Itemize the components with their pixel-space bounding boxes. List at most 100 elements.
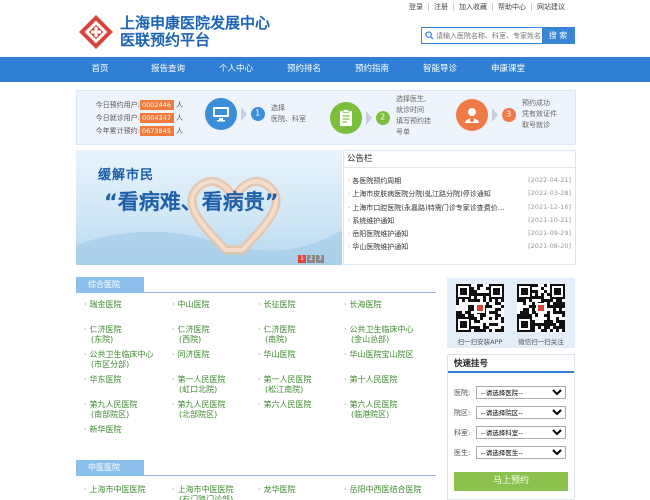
notice-item[interactable]: 上海市口腔医院(永嘉路)特需门诊专家诊查费价...[2021-12-16] [348,203,571,216]
logo-diamond-icon [78,14,114,50]
doctor-select[interactable]: --请选择医生-- [476,446,566,459]
nav-classroom[interactable]: 申康课堂 [474,57,542,82]
hospital-link[interactable]: 第六人民医院 [258,400,312,410]
logo-line1: 上海申康医院发展中心 [120,14,271,32]
doctor-icon [456,98,488,131]
step-number: 1 [255,109,261,118]
hospital-link[interactable]: 长征医院 [258,300,296,310]
clipboard-icon [330,102,362,134]
logo-line2: 医联预约平台 [120,31,211,49]
arrow-icon [366,111,372,125]
banner-page-3[interactable]: 3 [316,255,324,263]
notice-item[interactable]: 系统维护通知[2021-10-21] [348,216,571,229]
field-label: 医生: [454,448,471,457]
hospital-select[interactable]: --请选择医院-- [476,386,566,399]
stat-value: 0002446 [140,99,174,110]
hospital-link[interactable]: 第十人民医院 [344,375,398,385]
promo-banner[interactable]: 缓解市民 “看病难、看病贵” 1 2 3 [76,150,342,265]
site-suggestion-link[interactable]: 网站建议 [531,3,570,11]
hospital-link[interactable]: 新华医院 [84,425,122,435]
notice-title: 公告栏 [344,151,575,168]
add-favorite-link[interactable]: 加入收藏 [453,3,492,11]
stat-unit: 人 [176,100,183,109]
wechat-qr-code-icon [517,284,565,332]
arrow-icon [241,107,247,121]
nav-home[interactable]: 首页 [66,57,134,82]
tcm-hospitals-header: 中医医院 [76,460,436,476]
site-logo[interactable]: 上海申康医院发展中心 医联预约平台 [78,14,270,50]
hospital-link[interactable]: 仁济医院(东院) [84,325,122,345]
stat-label: 今年累计预约: [95,126,140,135]
login-link[interactable]: 登录 [404,3,428,11]
hospital-link[interactable]: 公共卫生临床中心(金山总部) [344,325,414,345]
nav-report-query[interactable]: 报告查询 [134,57,202,82]
banner-page-1[interactable]: 1 [298,255,306,263]
field-label: 医院: [454,388,471,397]
qr-panel: 扫一扫安装APP 微信扫一扫关注 [447,278,575,348]
hospital-link[interactable]: 仁济医院(南院) [258,325,296,345]
hospital-link[interactable]: 公共卫生临床中心(市区分部) [84,350,154,370]
tab-general-hospitals[interactable]: 综合医院 [76,277,144,293]
step-1: 1 选择 医院、科室 [205,98,306,130]
hospital-link[interactable]: 上海市中医医院(石门路门诊部) [172,485,234,500]
register-link[interactable]: 注册 [428,3,453,11]
notice-item[interactable]: 华山医院维护通知[2021-08-20] [348,242,571,255]
hospital-link[interactable]: 华东医院 [84,375,122,385]
app-qr-code-icon [456,284,504,332]
hospital-link[interactable]: 华山医院 [258,350,296,360]
hospital-link[interactable]: 第一人民医院(虹口北院) [172,375,226,395]
hospital-link[interactable]: 岳阳中西医结合医院 [344,485,422,495]
banner-page-2[interactable]: 2 [307,255,315,263]
help-center-link[interactable]: 帮助中心 [492,3,531,11]
notice-item[interactable]: 上海市皮肤病医院分院(虬江路分院)停诊通知[2022-03-28] [348,189,571,202]
hospital-link[interactable]: 仁济医院(西院) [172,325,210,345]
banner-pager: 1 2 3 [298,255,324,263]
quick-register-panel: 快速挂号 医院: --请选择医院-- 院区: --请选择院区-- 科室: --请… [447,354,575,500]
hospital-link[interactable]: 华山医院宝山院区 [344,350,414,360]
hospital-link[interactable]: 龙华医院 [258,485,296,495]
hospital-link[interactable]: 同济医院 [172,350,210,360]
tab-tcm-hospitals[interactable]: 中医医院 [76,460,144,476]
notice-item[interactable]: 各医院预约周期[2022-04-21] [348,176,571,189]
hospital-link[interactable]: 第九人民医院(北部院区) [172,400,226,420]
step-text: 就诊时间 [396,106,424,114]
hospital-link[interactable]: 中山医院 [172,300,210,310]
banner-line2: “看病难、看病贵” [104,190,279,214]
step-text: 选择医生, [396,95,427,103]
stat-unit: 人 [176,126,183,135]
book-now-button[interactable]: 马上预约 [454,472,568,491]
notice-item[interactable]: 岳阳医院维护通知[2021-09-29] [348,229,571,242]
booking-counters: 今日预约用户: 0002446 人 今日就诊用户: 0004347 人 今年累计… [87,98,183,137]
stat-value: 0673845 [140,125,174,136]
stat-label: 今日预约用户: [95,100,140,109]
qr-caption: 微信扫一扫关注 [518,338,564,346]
hospital-link[interactable]: 第九人民医院(南部院区) [84,400,138,420]
stat-unit: 人 [176,113,183,122]
stats-panel: 今日预约用户: 0002446 人 今日就诊用户: 0004347 人 今年累计… [76,90,576,145]
step-3: 3 预约成功 凭有效证件 取号就诊 [456,98,557,131]
search-input[interactable] [436,28,542,43]
hospital-link[interactable]: 长海医院 [344,300,382,310]
step-text: 填写预约挂 [396,117,431,125]
banner-line1: 缓解市民 [98,168,155,183]
hospital-link[interactable]: 瑞金医院 [84,300,122,310]
stat-value: 0004347 [140,112,174,123]
nav-ranking[interactable]: 预约排名 [270,57,338,82]
hospital-link[interactable]: 第六人民医院(临港院区) [344,400,398,420]
step-number: 2 [380,113,386,122]
general-hospitals-header: 综合医院 [76,277,436,293]
hospital-link[interactable]: 第一人民医院(松江南院) [258,375,312,395]
notice-board: 公告栏 各医院预约周期[2022-04-21] 上海市皮肤病医院分院(虬江路分院… [343,150,576,265]
step-2: 2 选择医生, 就诊时间 填写预约挂 号单 [330,95,431,138]
search-button[interactable]: 搜 索 [542,28,574,43]
nav-guide[interactable]: 预约指南 [338,57,406,82]
field-label: 科室: [454,428,471,437]
campus-select[interactable]: --请选择院区-- [476,406,566,419]
step-text: 预约成功 [522,99,550,107]
nav-smart-triage[interactable]: 智能导诊 [406,57,474,82]
nav-personal-center[interactable]: 个人中心 [202,57,270,82]
hospital-link[interactable]: 上海市中医医院 [84,485,146,495]
department-select[interactable]: --请选择科室-- [476,426,566,439]
step-text: 取号就诊 [522,121,550,129]
step-number: 3 [506,109,512,119]
